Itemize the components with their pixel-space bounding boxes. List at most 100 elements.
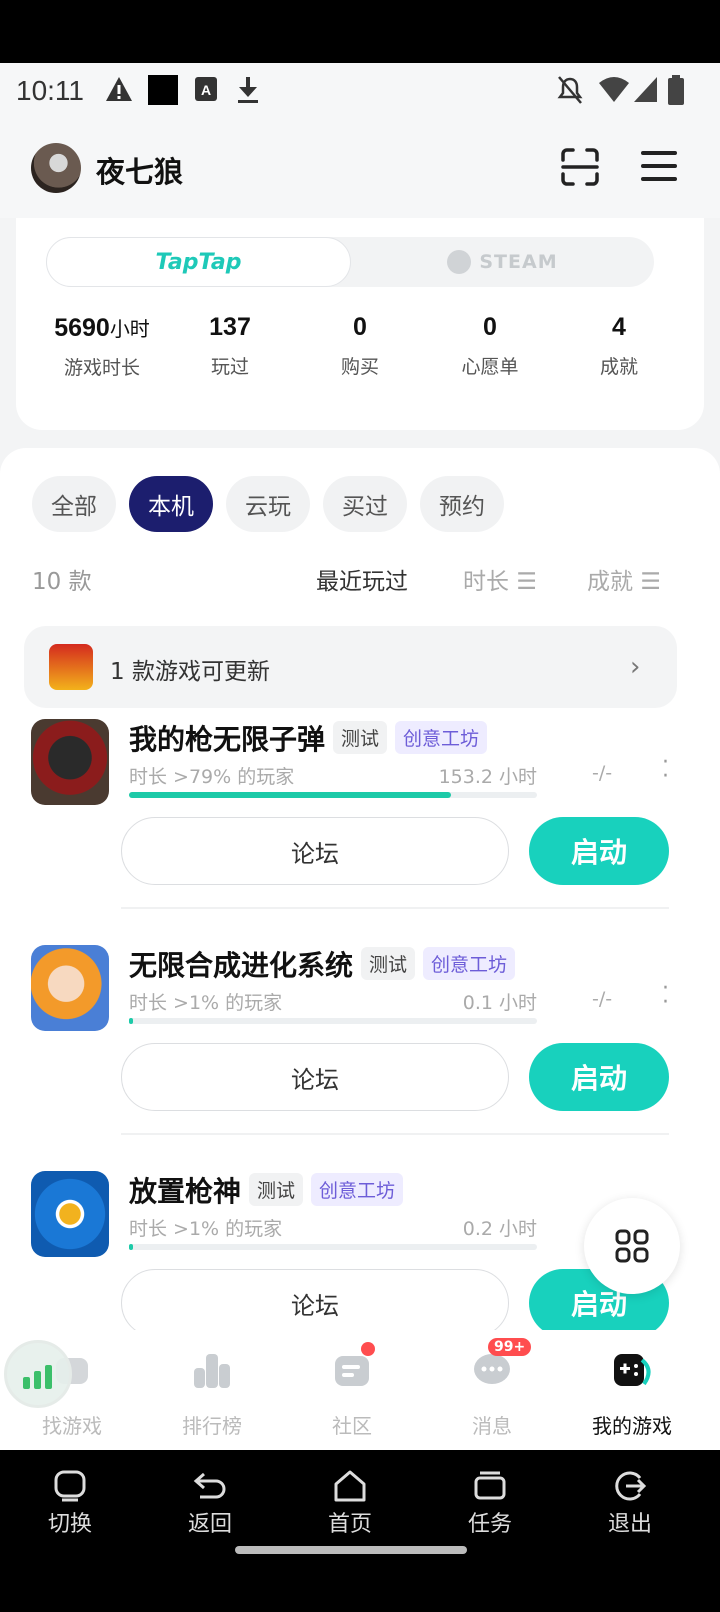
tab-steam[interactable]: STEAM <box>351 237 654 287</box>
filter-chip-bought[interactable]: 买过 <box>323 476 407 532</box>
tag-test: 测试 <box>333 721 388 754</box>
home-icon <box>334 1470 366 1502</box>
achievement-ratio: -/- <box>592 988 613 1010</box>
nav-label: 社区 <box>332 1414 372 1438</box>
nav-community[interactable]: 社区 <box>280 1330 424 1450</box>
stat-value: 5690 <box>54 314 110 342</box>
my-games-icon <box>614 1354 651 1386</box>
forum-button[interactable]: 论坛 <box>121 1043 509 1111</box>
profile-header: 夜七狼 <box>0 123 720 218</box>
achievement-ratio: -/- <box>592 762 613 784</box>
filter-chip-all[interactable]: 全部 <box>32 476 116 532</box>
menu-icon[interactable] <box>640 149 678 183</box>
game-item[interactable]: 无限合成进化系统 测试 创意工坊 时长 >1% 的玩家 0.1 小时 -/- · · … <box>0 922 720 1148</box>
status-time: 10:11 <box>16 75 84 106</box>
stat-achievements[interactable]: 4 成就 <box>554 313 684 379</box>
sort-recent[interactable]: 最近玩过 <box>316 562 408 596</box>
tab-taptap[interactable]: TapTap <box>46 237 351 287</box>
tag-test: 测试 <box>361 947 416 980</box>
status-bar: 10:11 A <box>0 63 720 123</box>
playtime-hours: 153.2 小时 <box>438 766 537 788</box>
sys-home[interactable]: 首页 <box>280 1450 420 1560</box>
sys-exit[interactable]: 退出 <box>560 1450 700 1560</box>
forum-button[interactable]: 论坛 <box>121 1269 509 1337</box>
top-black-bar <box>0 0 720 63</box>
playtime-percentile: 时长 >79% 的玩家 <box>129 766 295 788</box>
stat-unit: 小时 <box>109 319 150 341</box>
back-icon <box>193 1472 226 1499</box>
warning-icon <box>106 77 132 101</box>
more-options-icon[interactable]: · · <box>662 978 669 1014</box>
nav-leaderboard[interactable]: 排行榜 <box>140 1330 284 1450</box>
sys-back[interactable]: 返回 <box>140 1450 280 1560</box>
platform-toggle: TapTap STEAM <box>46 237 654 287</box>
sys-label: 退出 <box>607 1512 652 1537</box>
stat-wishlist[interactable]: 0 心愿单 <box>425 313 555 379</box>
floating-assistant-ball[interactable] <box>4 1340 72 1408</box>
sort-duration[interactable]: 时长 ☰ <box>463 562 537 596</box>
progress-fill <box>129 1244 134 1250</box>
chevron-right-icon: › <box>630 652 641 682</box>
stat-value: 0 <box>483 313 497 341</box>
grid-icon <box>615 1229 649 1263</box>
stat-played[interactable]: 137 玩过 <box>165 313 295 379</box>
sys-label: 切换 <box>47 1512 92 1537</box>
playtime-progress <box>129 1244 537 1250</box>
playtime-hours: 0.1 小时 <box>462 992 537 1014</box>
community-dot-badge <box>361 1342 375 1356</box>
nav-messages[interactable]: 99+ 消息 <box>420 1330 564 1450</box>
sort-achievement[interactable]: 成就 ☰ <box>587 562 661 596</box>
game-item[interactable]: 我的枪无限子弹 测试 创意工坊 时长 >79% 的玩家 153.2 小时 -/- ·… <box>0 696 720 922</box>
tag-creative-workshop: 创意工坊 <box>423 947 516 980</box>
tag-creative-workshop: 创意工坊 <box>395 721 488 754</box>
filter-chip-cloud[interactable]: 云玩 <box>226 476 310 532</box>
download-icon <box>238 77 258 103</box>
playtime-progress <box>129 792 537 798</box>
stat-playtime[interactable]: 5690小时 游戏时长 <box>37 313 167 380</box>
stat-label: 心愿单 <box>461 356 519 378</box>
filter-chip-reserved[interactable]: 预约 <box>420 476 504 532</box>
stat-purchased[interactable]: 0 购买 <box>295 313 425 379</box>
game-title-row: 无限合成进化系统 测试 创意工坊 <box>129 944 516 984</box>
stat-value: 0 <box>353 313 367 341</box>
battery-icon <box>668 75 684 105</box>
forum-button[interactable]: 论坛 <box>121 817 509 885</box>
nav-my-games[interactable]: 我的游戏 <box>560 1330 704 1450</box>
game-title: 放置枪神 <box>129 1175 242 1208</box>
divider <box>121 907 669 909</box>
nav-label: 我的游戏 <box>592 1414 672 1438</box>
tag-creative-workshop: 创意工坊 <box>311 1173 404 1206</box>
filter-chip-local[interactable]: 本机 <box>129 476 213 532</box>
stats-card: TapTap STEAM 5690小时 游戏时长 137 玩过 0 购买 0 心… <box>16 218 704 430</box>
avatar[interactable] <box>31 143 81 193</box>
scan-icon[interactable] <box>560 147 600 187</box>
launch-button[interactable]: 启动 <box>529 1043 669 1111</box>
messages-count-badge: 99+ <box>488 1338 532 1356</box>
game-title-row: 我的枪无限子弹 测试 创意工坊 <box>129 718 488 758</box>
grid-menu-button[interactable] <box>584 1198 680 1294</box>
switch-icon <box>54 1470 86 1502</box>
tag-test: 测试 <box>249 1173 304 1206</box>
game-icon <box>31 1171 109 1257</box>
update-notice-text: 1 款游戏可更新 <box>110 659 270 685</box>
playtime-percentile: 时长 >1% 的玩家 <box>129 1218 283 1240</box>
launch-button[interactable]: 启动 <box>529 817 669 885</box>
steam-logo-icon <box>447 250 472 274</box>
game-icon <box>31 719 109 805</box>
progress-fill <box>129 792 452 798</box>
leaderboard-icon <box>194 1354 230 1388</box>
tasks-icon <box>474 1471 506 1500</box>
playtime-percentile: 时长 >1% 的玩家 <box>129 992 283 1014</box>
mute-icon <box>557 76 583 104</box>
messages-icon <box>474 1354 510 1384</box>
stat-value: 137 <box>209 313 251 341</box>
sys-label: 首页 <box>327 1512 372 1537</box>
playtime-hours: 0.2 小时 <box>462 1218 537 1240</box>
username[interactable]: 夜七狼 <box>96 149 183 191</box>
sys-switch[interactable]: 切换 <box>0 1450 140 1560</box>
system-navigation: 切换 返回 首页 任务 退出 <box>0 1450 720 1612</box>
more-options-icon[interactable]: · · <box>662 752 669 788</box>
home-indicator[interactable] <box>235 1546 467 1554</box>
sys-label: 任务 <box>467 1512 512 1537</box>
sys-tasks[interactable]: 任务 <box>420 1450 560 1560</box>
